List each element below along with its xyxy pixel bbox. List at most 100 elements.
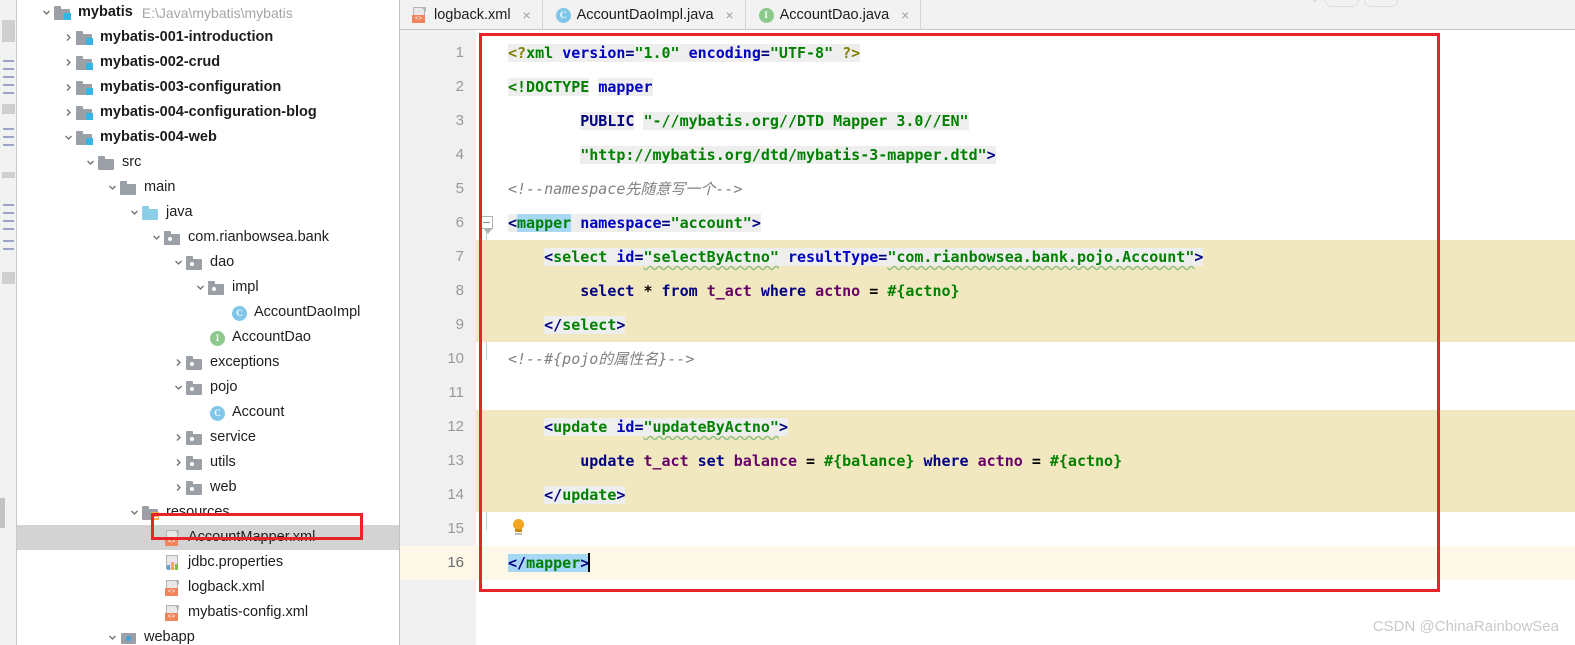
code-line[interactable]: <!--namespace先随意写一个--> bbox=[508, 172, 1575, 206]
line-number[interactable]: 11 bbox=[448, 376, 464, 410]
chevron-right-icon[interactable] bbox=[61, 75, 76, 100]
chevron-right-icon[interactable] bbox=[61, 100, 76, 125]
chevron-down-icon[interactable] bbox=[193, 275, 208, 300]
code-line[interactable]: </select> bbox=[508, 308, 1575, 342]
line-number[interactable]: 2 bbox=[456, 70, 464, 104]
line-number[interactable]: 7 bbox=[456, 240, 464, 274]
chevron-down-icon[interactable] bbox=[1310, 0, 1320, 3]
code-line[interactable]: <select id="selectByActno" resultType="c… bbox=[508, 240, 1575, 274]
chevron-down-icon[interactable] bbox=[61, 125, 76, 150]
project-scrollbar-thumb[interactable] bbox=[0, 498, 5, 528]
tree-item-utils[interactable]: utils bbox=[17, 450, 399, 475]
line-number[interactable]: 1 bbox=[456, 36, 464, 70]
line-number[interactable]: 13 bbox=[447, 444, 464, 478]
editor-gutter[interactable]: 12345678910111213141516 bbox=[400, 30, 476, 645]
line-number[interactable]: 6 bbox=[456, 206, 464, 240]
chevron-down-icon[interactable] bbox=[149, 225, 164, 250]
editor-tab-accountdaoimpl-java[interactable]: CAccountDaoImpl.java× bbox=[543, 0, 746, 29]
chevron-down-icon[interactable] bbox=[105, 175, 120, 200]
code-line[interactable]: <!DOCTYPE mapper bbox=[508, 70, 1575, 104]
chevron-down-icon[interactable] bbox=[83, 150, 98, 175]
code-fold-toggle[interactable] bbox=[480, 216, 493, 229]
tool-strip-button[interactable] bbox=[2, 20, 15, 42]
tree-item-mybatis-config-xml[interactable]: <>mybatis-config.xml bbox=[17, 600, 399, 625]
code-line[interactable]: "http://mybatis.org/dtd/mybatis-3-mapper… bbox=[508, 138, 1575, 172]
line-number[interactable]: 3 bbox=[456, 104, 464, 138]
chevron-right-icon[interactable] bbox=[171, 350, 186, 375]
tree-item-impl[interactable]: impl bbox=[17, 275, 399, 300]
chevron-down-icon[interactable] bbox=[39, 0, 54, 25]
tree-item-accountdaoimpl[interactable]: CAccountDaoImpl bbox=[17, 300, 399, 325]
tree-item-account[interactable]: CAccount bbox=[17, 400, 399, 425]
tree-item-mybatis-004-web[interactable]: mybatis-004-web bbox=[17, 125, 399, 150]
toolbar-pill-icon[interactable] bbox=[1325, 0, 1359, 7]
code-line[interactable] bbox=[508, 376, 1575, 410]
code-line[interactable]: </update> bbox=[508, 478, 1575, 512]
tree-item-dao[interactable]: dao bbox=[17, 250, 399, 275]
code-line[interactable]: update t_act set balance = #{balance} wh… bbox=[508, 444, 1575, 478]
close-icon[interactable]: × bbox=[724, 7, 736, 23]
line-number[interactable]: 10 bbox=[447, 342, 464, 376]
line-number[interactable]: 16 bbox=[447, 546, 464, 580]
chevron-right-icon[interactable] bbox=[61, 50, 76, 75]
chevron-right-icon[interactable] bbox=[171, 425, 186, 450]
chevron-down-icon[interactable] bbox=[127, 200, 142, 225]
tree-item-resources[interactable]: resources bbox=[17, 500, 399, 525]
tree-item-jdbc-properties[interactable]: jdbc.properties bbox=[17, 550, 399, 575]
line-number[interactable]: 8 bbox=[456, 274, 464, 308]
close-icon[interactable]: × bbox=[899, 7, 911, 23]
tree-item-accountmapper-xml[interactable]: <>AccountMapper.xml bbox=[17, 525, 399, 550]
tree-item-mybatis-002-crud[interactable]: mybatis-002-crud bbox=[17, 50, 399, 75]
code-editor[interactable]: 12345678910111213141516 <?xml version="1… bbox=[400, 30, 1575, 645]
intention-bulb-icon[interactable] bbox=[512, 519, 525, 538]
code-line[interactable]: PUBLIC "-//mybatis.org//DTD Mapper 3.0//… bbox=[508, 104, 1575, 138]
tool-strip-button[interactable] bbox=[2, 272, 15, 284]
tree-item-web[interactable]: web bbox=[17, 475, 399, 500]
line-number[interactable]: 5 bbox=[456, 172, 464, 206]
toolbar-ghost-controls[interactable] bbox=[1310, 0, 1445, 10]
chevron-down-icon[interactable] bbox=[105, 625, 120, 645]
line-number[interactable]: 4 bbox=[456, 138, 464, 172]
editor-tab-accountdao-java[interactable]: IAccountDao.java× bbox=[746, 0, 922, 29]
tree-item-mybatis[interactable]: mybatisE:\Java\mybatis\mybatis bbox=[17, 0, 399, 25]
close-icon[interactable]: × bbox=[521, 7, 533, 23]
tree-item-mybatis-004-configuration-blog[interactable]: mybatis-004-configuration-blog bbox=[17, 100, 399, 125]
tool-window-strip[interactable] bbox=[0, 0, 17, 645]
tree-item-webapp[interactable]: webapp bbox=[17, 625, 399, 645]
editor-tab-bar[interactable]: <>logback.xml×CAccountDaoImpl.java×IAcco… bbox=[400, 0, 1575, 30]
project-tree[interactable]: mybatisE:\Java\mybatis\mybatismybatis-00… bbox=[17, 0, 399, 645]
tree-item-java[interactable]: java bbox=[17, 200, 399, 225]
tree-item-exceptions[interactable]: exceptions bbox=[17, 350, 399, 375]
toolbar-pill-icon[interactable] bbox=[1364, 0, 1398, 7]
code-line[interactable]: </mapper> bbox=[508, 546, 1575, 580]
code-line[interactable]: <mapper namespace="account"> bbox=[508, 206, 1575, 240]
chevron-right-icon[interactable] bbox=[171, 475, 186, 500]
chevron-down-icon[interactable] bbox=[171, 375, 186, 400]
chevron-down-icon[interactable] bbox=[127, 500, 142, 525]
editor-tab-logback-xml[interactable]: <>logback.xml× bbox=[400, 0, 543, 29]
code-line[interactable]: <update id="updateByActno"> bbox=[508, 410, 1575, 444]
line-number[interactable]: 15 bbox=[447, 512, 464, 546]
code-line[interactable]: <?xml version="1.0" encoding="UTF-8" ?> bbox=[508, 36, 1575, 70]
code-line[interactable]: <!--#{pojo的属性名}--> bbox=[508, 342, 1575, 376]
code-line[interactable] bbox=[508, 512, 1575, 546]
line-number[interactable]: 12 bbox=[447, 410, 464, 444]
tree-item-src[interactable]: src bbox=[17, 150, 399, 175]
chevron-right-icon[interactable] bbox=[61, 25, 76, 50]
tree-item-pojo[interactable]: pojo bbox=[17, 375, 399, 400]
chevron-right-icon[interactable] bbox=[171, 450, 186, 475]
tool-strip-button[interactable] bbox=[2, 172, 15, 178]
tree-item-mybatis-001-introduction[interactable]: mybatis-001-introduction bbox=[17, 25, 399, 50]
tree-item-main[interactable]: main bbox=[17, 175, 399, 200]
tree-item-logback-xml[interactable]: <>logback.xml bbox=[17, 575, 399, 600]
line-number[interactable]: 9 bbox=[456, 308, 464, 342]
line-number[interactable]: 14 bbox=[447, 478, 464, 512]
code-line[interactable]: select * from t_act where actno = #{actn… bbox=[508, 274, 1575, 308]
code-content[interactable]: <?xml version="1.0" encoding="UTF-8" ?><… bbox=[508, 30, 1575, 645]
tree-item-service[interactable]: service bbox=[17, 425, 399, 450]
tree-item-com-rianbowsea-bank[interactable]: com.rianbowsea.bank bbox=[17, 225, 399, 250]
tree-item-mybatis-003-configuration[interactable]: mybatis-003-configuration bbox=[17, 75, 399, 100]
tool-strip-button[interactable] bbox=[2, 104, 15, 114]
tree-item-accountdao[interactable]: IAccountDao bbox=[17, 325, 399, 350]
chevron-down-icon[interactable] bbox=[171, 250, 186, 275]
